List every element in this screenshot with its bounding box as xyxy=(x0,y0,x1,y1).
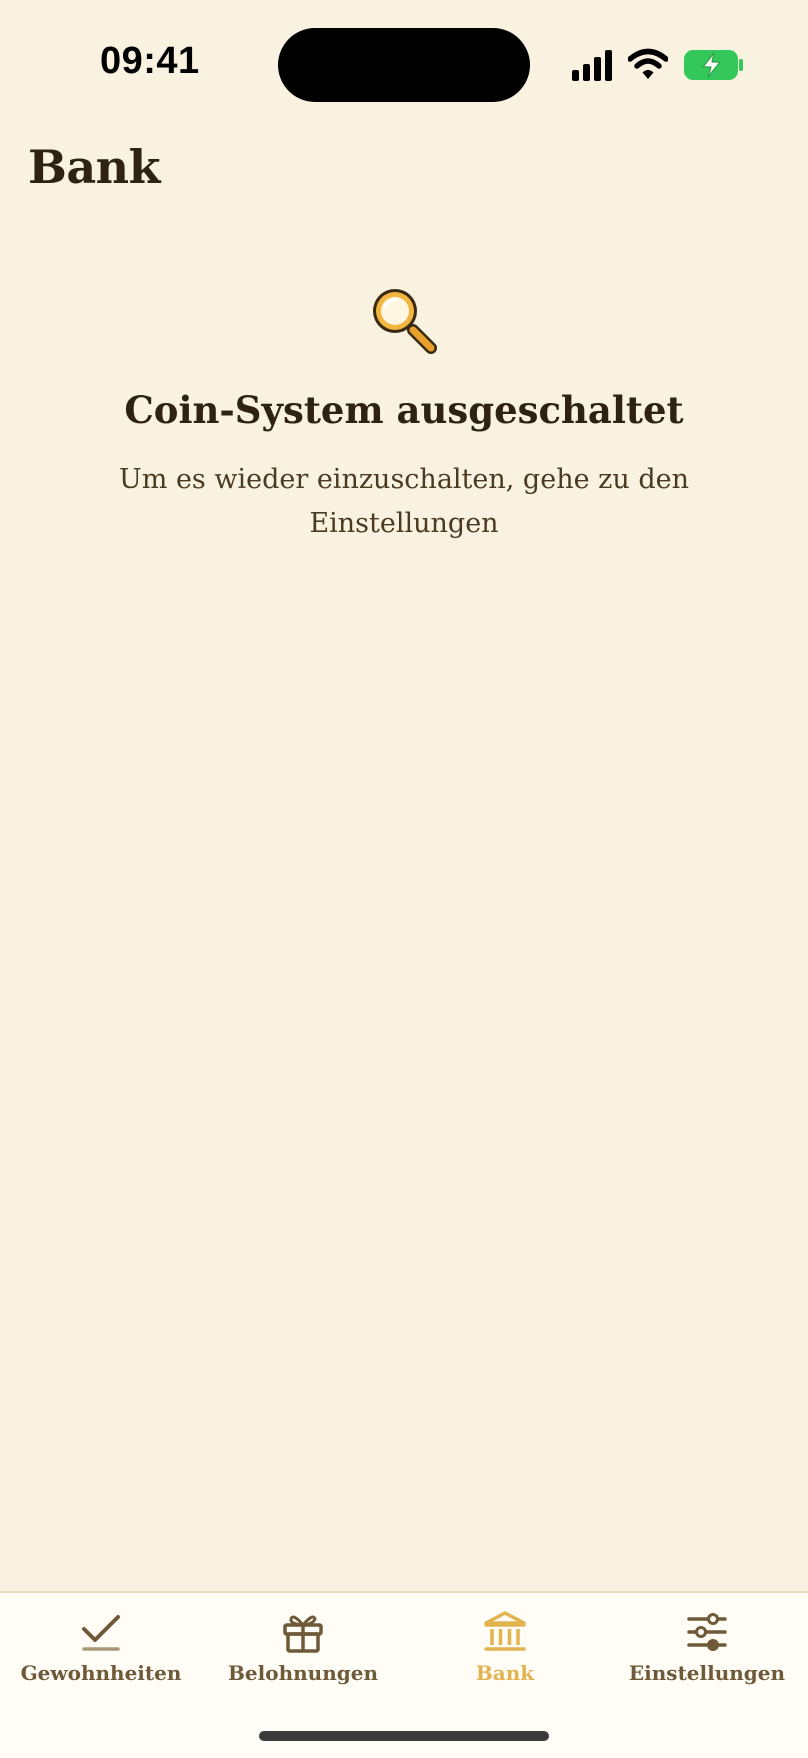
tab-label: Gewohnheiten xyxy=(20,1661,182,1685)
empty-state-title: Coin-System ausgeschaltet xyxy=(124,388,684,432)
tab-einstellungen[interactable]: Einstellungen xyxy=(606,1609,808,1699)
battery-charging-icon xyxy=(684,50,743,80)
empty-state: Coin-System ausgeschaltet Um es wieder e… xyxy=(0,284,808,546)
tab-label: Einstellungen xyxy=(628,1661,786,1685)
empty-state-message: Um es wieder einzuschalten, gehe zu den … xyxy=(119,464,689,539)
page-title: Bank xyxy=(28,140,161,194)
tab-gewohnheiten[interactable]: Gewohnheiten xyxy=(0,1609,202,1699)
bank-icon xyxy=(484,1611,526,1651)
magnifying-glass-icon xyxy=(373,289,437,354)
wifi-icon xyxy=(628,48,668,79)
home-indicator[interactable] xyxy=(259,1731,549,1741)
signal-icon xyxy=(572,50,612,81)
status-time: 09:41 xyxy=(100,40,200,82)
sliders-icon xyxy=(687,1613,727,1651)
tab-belohnungen[interactable]: Belohnungen xyxy=(202,1609,404,1699)
tab-bank[interactable]: Bank xyxy=(404,1609,606,1699)
status-bar: 09:41 xyxy=(0,0,808,120)
dynamic-island xyxy=(278,28,530,102)
gift-icon xyxy=(283,1615,323,1653)
tab-label: Bank xyxy=(475,1661,535,1685)
tab-label: Belohnungen xyxy=(228,1661,378,1685)
checkmark-icon xyxy=(82,1615,120,1651)
bank-screen: 09:41 Bank Coin-System ausgeschaltet Um … xyxy=(0,0,808,1758)
